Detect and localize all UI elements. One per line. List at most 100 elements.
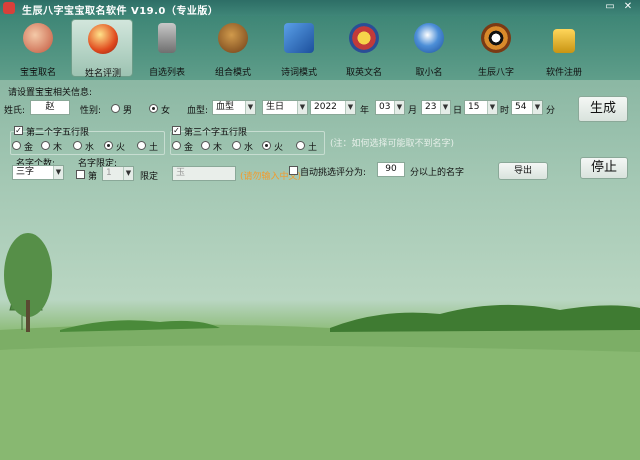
- wuxing2-radio-shui[interactable]: [73, 141, 82, 150]
- main-toolbar: 宝宝取名 姓名评测 自选列表 组合模式 诗词模式 取英文名 取小名 生辰八字 软…: [0, 16, 640, 80]
- section-title: 请设置宝宝相关信息:: [8, 88, 93, 98]
- toolbar-software-register[interactable]: 软件注册: [533, 19, 595, 78]
- wuxing3-label-tu: 土: [308, 143, 318, 153]
- surname-label: 姓氏:: [4, 106, 26, 116]
- toolbar-combination-mode[interactable]: 组合模式: [202, 19, 264, 78]
- minute-unit: 分: [546, 106, 556, 116]
- toolbar-label: 自选列表: [148, 68, 185, 78]
- bagua-icon: [481, 23, 511, 53]
- brush-pot-icon: [158, 23, 176, 53]
- month-value: 03: [379, 102, 391, 112]
- wuxing3-radio-huo[interactable]: [262, 141, 271, 150]
- minute-value: 54: [515, 102, 527, 112]
- padlock-icon: [553, 29, 575, 53]
- wuxing2-radio-huo[interactable]: [104, 141, 113, 150]
- auto-filter-label: 自动挑选评分为:: [300, 168, 367, 178]
- wuxing3-radio-jin[interactable]: [172, 141, 181, 150]
- calendar-type-select[interactable]: 生日 ▼: [262, 100, 308, 115]
- wuxing3-label-jin: 金: [184, 143, 194, 153]
- limit-position-select[interactable]: 1 ▼: [102, 166, 134, 181]
- toolbar-label: 组合模式: [214, 68, 251, 78]
- fortune-orb-icon: [88, 24, 118, 54]
- calendar-type-value: 生日: [266, 102, 285, 112]
- close-button[interactable]: ✕: [622, 1, 634, 13]
- chevron-down-icon: ▼: [53, 166, 63, 179]
- hour-value: 15: [468, 102, 480, 112]
- surname-input[interactable]: 赵: [30, 100, 70, 115]
- day-select[interactable]: 23 ▼: [421, 100, 451, 115]
- limit-checkbox[interactable]: [76, 170, 85, 179]
- wuxing3-label-huo: 火: [274, 143, 284, 153]
- chevron-down-icon: ▼: [297, 101, 307, 114]
- wuxing2-label-jin: 金: [24, 143, 34, 153]
- wuxing2-checkbox[interactable]: ✓: [14, 126, 23, 135]
- toolbar-custom-list[interactable]: 自选列表: [136, 19, 198, 78]
- toolbar-label: 取小名: [415, 68, 443, 78]
- chevron-down-icon: ▼: [345, 101, 355, 114]
- month-unit: 月: [408, 106, 418, 116]
- hour-select[interactable]: 15 ▼: [464, 100, 498, 115]
- export-button[interactable]: 导出: [498, 162, 548, 180]
- stop-button[interactable]: 停止: [580, 157, 628, 179]
- toolbar-label: 姓名评测: [84, 69, 121, 79]
- year-select[interactable]: 2022 ▼: [310, 100, 356, 115]
- toolbar-name-evaluation[interactable]: 姓名评测: [71, 19, 133, 79]
- gender-female-radio[interactable]: [149, 104, 158, 113]
- generate-button[interactable]: 生成: [578, 96, 628, 122]
- toolbar-english-name[interactable]: 取英文名: [333, 19, 395, 78]
- score-input[interactable]: 90: [377, 162, 405, 177]
- name-count-select[interactable]: 三字 ▼: [12, 165, 64, 180]
- hour-unit: 时: [500, 106, 510, 116]
- wuxing2-label-shui: 水: [85, 143, 95, 153]
- app-icon: [3, 2, 15, 14]
- toolbar-nickname[interactable]: 取小名: [398, 19, 460, 78]
- toolbar-label: 诗词模式: [280, 68, 317, 78]
- blue-bird-icon: [414, 23, 444, 53]
- blood-type-select[interactable]: 血型 ▼: [212, 100, 256, 115]
- toolbar-poetry-mode[interactable]: 诗词模式: [268, 19, 330, 78]
- chevron-down-icon: ▼: [487, 101, 497, 114]
- gender-male-label: 男: [123, 106, 133, 116]
- wuxing3-radio-tu[interactable]: [296, 141, 305, 150]
- month-select[interactable]: 03 ▼: [375, 100, 405, 115]
- limit-position-prefix: 第: [88, 172, 98, 182]
- grassland-scenery: [0, 233, 640, 460]
- toolbar-label: 宝宝取名: [19, 68, 56, 78]
- year-unit: 年: [360, 106, 370, 116]
- year-value: 2022: [314, 102, 337, 112]
- blood-type-value: 血型: [216, 102, 235, 112]
- baby-portrait-icon: [23, 23, 53, 53]
- wuxing-hint: (注：如何选择可能取不到名字): [330, 139, 455, 149]
- chevron-down-icon: ▼: [532, 101, 542, 114]
- window-title: 生辰八字宝宝取名软件 V19.0（专业版）: [22, 6, 219, 17]
- wuxing3-radio-shui[interactable]: [232, 141, 241, 150]
- limit-char-input[interactable]: 玉: [172, 166, 236, 181]
- blood-type-label: 血型:: [187, 106, 209, 116]
- wuxing2-radio-tu[interactable]: [137, 141, 146, 150]
- chevron-down-icon: ▼: [394, 101, 404, 114]
- chevron-down-icon: ▼: [245, 101, 255, 114]
- wuxing3-checkbox[interactable]: ✓: [172, 126, 181, 135]
- wuxing2-label-tu: 土: [149, 143, 159, 153]
- wuxing3-label-shui: 水: [244, 143, 254, 153]
- day-value: 23: [425, 102, 437, 112]
- wuxing3-radio-mu[interactable]: [201, 141, 210, 150]
- wuxing2-title: 第二个字五行限: [26, 128, 90, 138]
- limit-position-value: 1: [106, 168, 112, 178]
- auto-filter-checkbox[interactable]: [289, 166, 298, 175]
- day-unit: 日: [453, 106, 463, 116]
- wuxing2-label-huo: 火: [116, 143, 126, 153]
- toolbar-label: 软件注册: [545, 68, 582, 78]
- wuxing2-radio-mu[interactable]: [41, 141, 50, 150]
- maximize-button[interactable]: ▭: [604, 1, 616, 13]
- toolbar-birth-bazi[interactable]: 生辰八字: [465, 19, 527, 78]
- wuxing2-radio-jin[interactable]: [12, 141, 21, 150]
- gender-label: 性别:: [80, 106, 102, 116]
- toolbar-baby-naming[interactable]: 宝宝取名: [7, 19, 69, 78]
- score-suffix: 分以上的名字: [410, 168, 465, 178]
- gender-male-radio[interactable]: [111, 104, 120, 113]
- minute-select[interactable]: 54 ▼: [511, 100, 543, 115]
- lion-head-icon: [218, 23, 248, 53]
- wuxing2-label-mu: 木: [53, 143, 63, 153]
- badge-icon: [349, 23, 379, 53]
